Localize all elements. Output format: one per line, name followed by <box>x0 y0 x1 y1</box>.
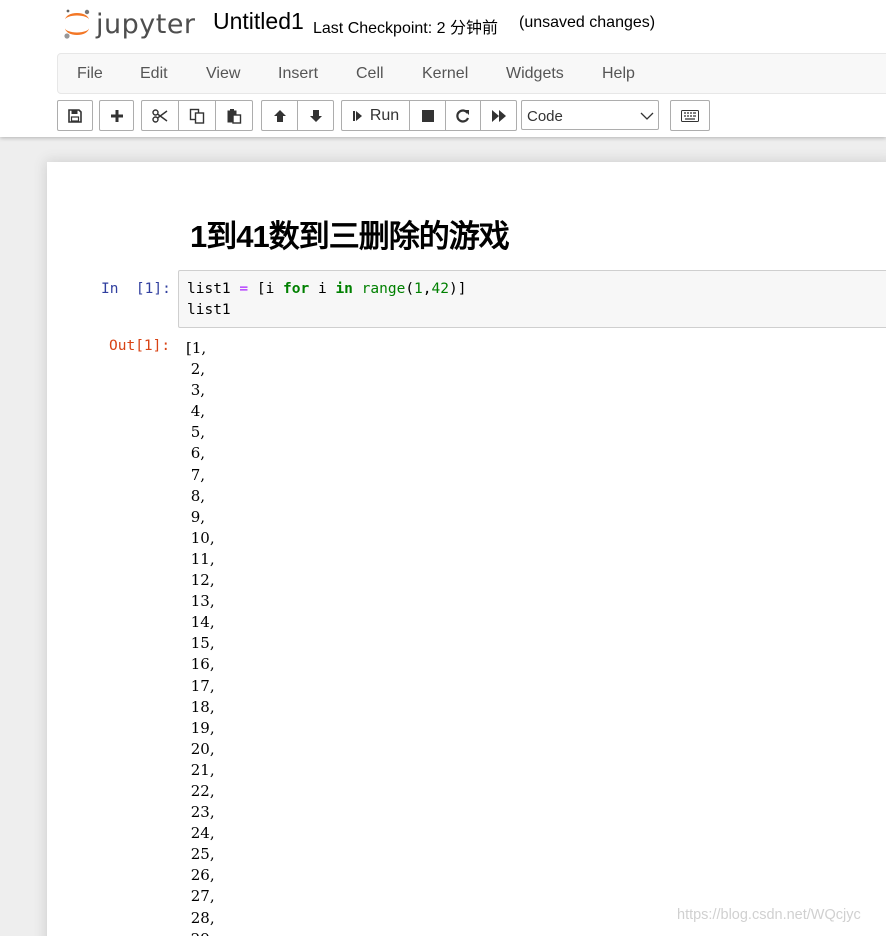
markdown-heading[interactable]: 1到41数到三删除的游戏 <box>190 211 510 256</box>
output-line: 2, <box>186 360 206 379</box>
command-palette-button[interactable] <box>670 100 710 131</box>
stop-icon <box>421 109 434 122</box>
output-line: 13, <box>186 592 215 611</box>
menubar: File Edit View Insert Cell Kernel Widget… <box>57 53 886 94</box>
move-up-button[interactable] <box>261 100 298 131</box>
output-line: 29, <box>186 929 215 936</box>
output-prompt: Out[1]: <box>109 338 171 354</box>
output-line: 9, <box>186 507 206 526</box>
output-line: 21, <box>186 760 215 779</box>
logo-text: jupyter <box>96 8 196 40</box>
interrupt-button[interactable] <box>409 100 446 131</box>
output-line: 20, <box>186 739 215 758</box>
fast-forward-icon <box>491 109 506 122</box>
output-line: 11, <box>186 549 215 568</box>
menu-widgets[interactable]: Widgets <box>506 65 564 83</box>
output-line: 15, <box>186 634 215 653</box>
checkpoint-status: Last Checkpoint: 2 分钟前 <box>313 20 498 37</box>
menu-view[interactable]: View <box>206 65 240 83</box>
output-line: 7, <box>186 465 206 484</box>
menu-kernel[interactable]: Kernel <box>422 65 468 83</box>
output-line: 25, <box>186 845 215 864</box>
menu-cell[interactable]: Cell <box>356 65 384 83</box>
paste-icon <box>227 108 242 124</box>
menu-help[interactable]: Help <box>602 65 635 83</box>
restart-button[interactable] <box>445 100 481 131</box>
output-line: 16, <box>186 655 215 674</box>
autosave-status: (unsaved changes) <box>519 14 656 31</box>
jupyter-logo[interactable]: jupyter <box>62 6 196 42</box>
move-down-button[interactable] <box>297 100 334 131</box>
output-line: 3, <box>186 381 206 400</box>
plus-icon <box>110 109 123 122</box>
cell-output: [1, 2, 3, 4, 5, 6, 7, 8, 9, 10, 11, 12, … <box>186 338 215 936</box>
output-line: 17, <box>186 676 215 695</box>
output-line: 10, <box>186 528 215 547</box>
jupyter-logo-icon <box>64 9 90 39</box>
scissors-icon <box>152 108 168 123</box>
arrow-down-icon <box>309 109 322 122</box>
chevron-down-icon <box>640 112 654 120</box>
watermark: https://blog.csdn.net/WQcjyc <box>677 907 861 923</box>
arrow-up-icon <box>273 109 286 122</box>
output-line: 8, <box>186 486 206 505</box>
header: jupyter Untitled1 Last Checkpoint: 2 分钟前… <box>0 0 886 137</box>
input-prompt: In [1]: <box>101 281 171 297</box>
run-label: Run <box>369 106 400 124</box>
paste-button[interactable] <box>215 100 253 131</box>
save-icon <box>68 108 82 123</box>
restart-run-all-button[interactable] <box>480 100 517 131</box>
code-line-1: list1 = [i for i in range(1,42)] <box>187 281 467 297</box>
output-line: 26, <box>186 866 215 885</box>
output-line: 4, <box>186 402 206 421</box>
insert-cell-button[interactable] <box>99 100 134 131</box>
keyboard-icon <box>681 109 699 122</box>
menu-file[interactable]: File <box>77 65 103 83</box>
restart-icon <box>456 108 470 123</box>
save-button[interactable] <box>57 100 93 131</box>
output-line: 23, <box>186 803 215 822</box>
code-cell-input[interactable]: list1 = [i for i in range(1,42)] list1 <box>178 270 886 328</box>
output-line: 22, <box>186 781 215 800</box>
output-line: 18, <box>186 697 215 716</box>
cell-type-value: Code <box>527 108 563 125</box>
copy-icon <box>189 108 205 124</box>
menu-edit[interactable]: Edit <box>140 65 168 83</box>
output-line: 28, <box>186 908 215 927</box>
code-line-2: list1 <box>187 302 231 318</box>
cell-type-select[interactable]: Code <box>521 100 659 130</box>
output-line: 5, <box>186 423 206 442</box>
output-line: 12, <box>186 571 215 590</box>
run-button[interactable]: Run <box>341 100 410 131</box>
menu-insert[interactable]: Insert <box>278 65 318 83</box>
output-line: [1, <box>186 339 207 357</box>
cut-button[interactable] <box>141 100 179 131</box>
run-icon <box>352 110 362 121</box>
output-line: 14, <box>186 613 215 632</box>
output-line: 27, <box>186 887 215 906</box>
output-line: 6, <box>186 444 206 463</box>
notebook-name[interactable]: Untitled1 <box>213 8 304 35</box>
copy-button[interactable] <box>178 100 216 131</box>
output-line: 19, <box>186 718 215 737</box>
output-line: 24, <box>186 824 215 843</box>
